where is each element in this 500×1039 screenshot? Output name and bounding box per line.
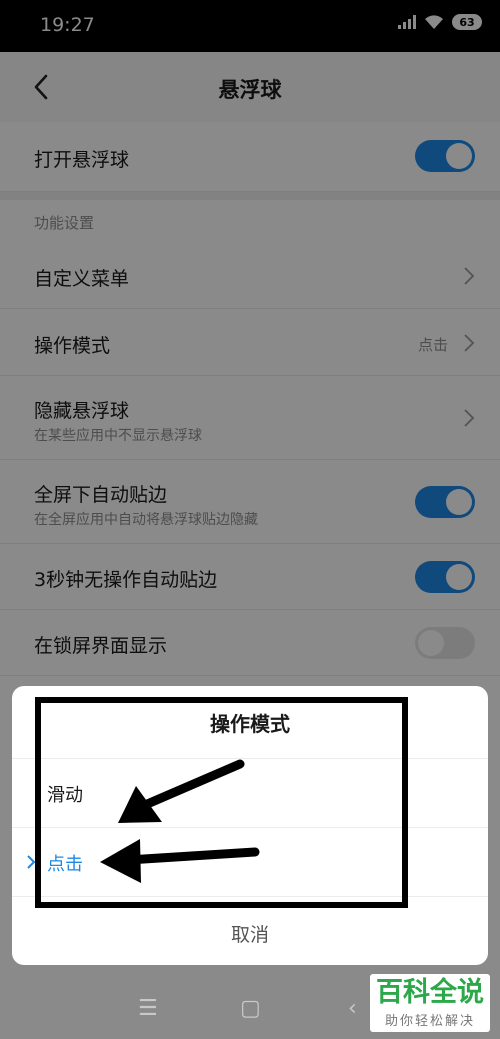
dialog-cancel-button[interactable]: 取消 (12, 896, 488, 965)
dialog-option-label: 滑动 (47, 785, 83, 806)
watermark-sub: 助你轻松解决 (384, 1014, 475, 1029)
dialog-cancel-label: 取消 (230, 924, 269, 946)
home-icon[interactable]: ▢ (240, 997, 261, 1021)
watermark-main: 百科全说 (376, 977, 484, 1008)
operation-mode-dialog: 操作模式 滑动 点击 取消 (12, 686, 488, 965)
dialog-option-slide[interactable]: 滑动 (12, 758, 488, 827)
nav-back-icon[interactable]: ‹ (348, 997, 357, 1021)
menu-icon[interactable]: ☰ (138, 997, 158, 1021)
watermark-logo: 百科全说 助你轻松解决 (370, 974, 490, 1032)
dialog-title: 操作模式 (210, 712, 290, 736)
checkmark-icon (27, 855, 36, 869)
dialog-option-label: 点击 (47, 854, 83, 875)
dialog-option-click[interactable]: 点击 (12, 827, 488, 896)
